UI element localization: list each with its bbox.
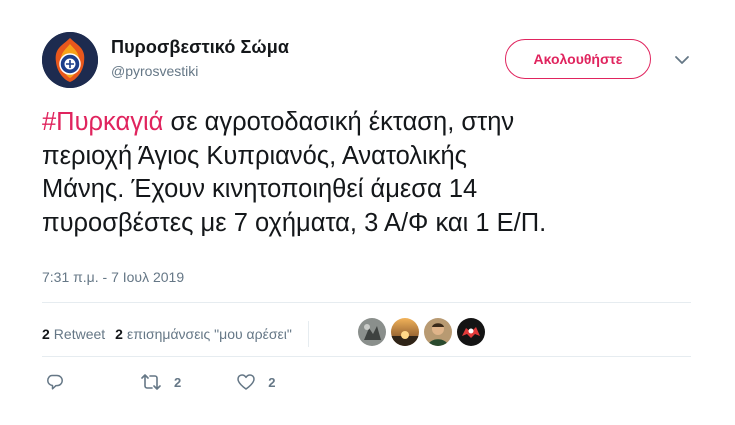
reply-button[interactable] xyxy=(45,372,65,392)
tweet-line-3: Μάνης. Έχουν κινητοποιηθεί άμεσα 14 xyxy=(42,175,478,203)
heart-icon xyxy=(237,374,255,390)
tweet-line-1-rest: σε αγροτοδασική έκταση, στην xyxy=(163,108,515,136)
hashtag-link[interactable]: #Πυρκαγιά xyxy=(42,108,163,136)
likes-label: επισημάνσεις "μου αρέσει" xyxy=(126,326,292,342)
engagement-stats: 2 Retweet 2 επισημάνσεις "μου αρέσει" xyxy=(42,321,321,347)
account-handle[interactable]: @pyrosvestiki xyxy=(111,63,198,79)
retweets-label: Retweet xyxy=(53,326,106,342)
tweet-actions: 2 2 xyxy=(45,372,275,392)
likes-count: 2 xyxy=(115,326,123,342)
liker-avatar-4[interactable] xyxy=(457,318,485,346)
retweet-button[interactable]: 2 xyxy=(140,372,181,392)
account-display-name[interactable]: Πυροσβεστικό Σώμα xyxy=(111,37,289,58)
stats-separator xyxy=(307,321,309,347)
tweet-line-2: περιοχή Άγιος Κυπριανός, Ανατολικής xyxy=(42,141,467,170)
divider xyxy=(42,356,691,357)
liker-avatar-3[interactable] xyxy=(424,318,452,346)
account-avatar[interactable] xyxy=(42,32,98,88)
chevron-down-icon[interactable] xyxy=(674,53,690,67)
tweet-text: #Πυρκαγιά σε αγροτοδασική έκταση, στην π… xyxy=(42,106,702,240)
liker-avatars xyxy=(358,318,490,346)
like-action-count: 2 xyxy=(268,374,276,390)
fire-service-emblem-icon xyxy=(42,32,98,88)
liker-avatar-1[interactable] xyxy=(358,318,386,346)
retweet-action-count: 2 xyxy=(174,374,182,390)
likes-stat[interactable]: 2 επισημάνσεις "μου αρέσει" xyxy=(115,326,292,342)
tweet-timestamp[interactable]: 7:31 π.μ. - 7 Ιουλ 2019 xyxy=(42,269,184,285)
follow-button[interactable]: Ακολουθήστε xyxy=(505,39,651,79)
liker-avatar-2[interactable] xyxy=(391,318,419,346)
reply-icon xyxy=(47,374,63,390)
divider xyxy=(42,302,691,303)
tweet-line-4: πυροσβέστες με 7 οχήματα, 3 Α/Φ και 1 Ε/… xyxy=(42,208,547,237)
retweet-icon xyxy=(141,374,161,390)
retweets-count: 2 xyxy=(42,326,50,342)
retweets-stat[interactable]: 2 Retweet xyxy=(42,326,105,342)
tweet-line-1: #Πυρκαγιά σε αγροτοδασική έκταση, στην xyxy=(42,106,702,140)
like-button[interactable]: 2 xyxy=(236,372,275,392)
